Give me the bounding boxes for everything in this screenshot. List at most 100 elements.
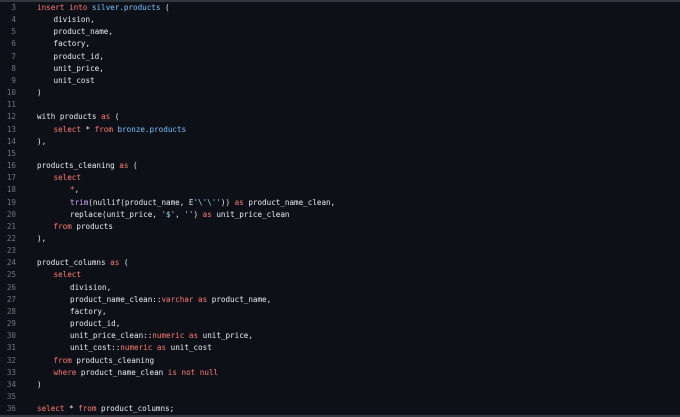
code-token: * xyxy=(80,124,95,134)
code-text: factory, xyxy=(70,306,107,318)
code-text: factory, xyxy=(54,38,91,50)
code-line: 36 select * from product_columns; xyxy=(0,403,680,415)
code-token: insert into xyxy=(37,3,92,12)
code-text: product_name, xyxy=(54,26,113,38)
code-token: select xyxy=(53,124,81,134)
line-number: 3 xyxy=(11,3,16,12)
code-line: 35 xyxy=(0,391,680,403)
line-number: 23 xyxy=(6,246,16,256)
code-token: unit_price, xyxy=(53,63,104,73)
code-text: ), xyxy=(37,233,46,245)
code-text: unit_price, xyxy=(54,63,104,75)
code-token: as xyxy=(110,258,120,268)
line-number: 21 xyxy=(6,221,16,231)
code-token: unit_cost xyxy=(166,343,212,353)
code-token: unit_cost:: xyxy=(70,343,121,353)
line-number: 8 xyxy=(11,63,16,73)
code-token: , xyxy=(74,185,80,195)
line-number: 15 xyxy=(6,148,16,158)
line-number: 17 xyxy=(6,173,16,183)
line-number: 16 xyxy=(6,161,16,171)
code-line: 12 with products as ( xyxy=(0,111,680,123)
code-line: 28 factory, xyxy=(0,306,680,318)
code-line: 24 product_columns as ( xyxy=(0,257,680,269)
code-line: 26 division, xyxy=(0,282,680,294)
line-number: 14 xyxy=(6,136,16,146)
code-line: 4 division, xyxy=(0,14,680,26)
code-token: as xyxy=(202,209,212,219)
line-number: 6 xyxy=(11,39,16,49)
code-token: select xyxy=(53,173,81,183)
code-text: unit_cost xyxy=(54,75,95,87)
code-line: 21 from products xyxy=(0,221,680,233)
code-token: where xyxy=(53,367,77,377)
code-text: ) xyxy=(37,87,42,99)
code-text: division, xyxy=(70,282,111,294)
code-token: product_columns xyxy=(37,258,111,268)
code-line: 18 *, xyxy=(0,184,680,196)
code-token: unit_price_clean xyxy=(211,209,290,219)
code-token: ( xyxy=(119,258,129,268)
code-token: product_id, xyxy=(53,51,104,61)
code-token: ( xyxy=(128,161,138,171)
code-line: 11 xyxy=(0,99,680,111)
code-token: ) xyxy=(37,379,42,389)
code-token: ) xyxy=(193,209,203,219)
code-token: from xyxy=(53,355,72,365)
code-line: 20 replace(unit_price, '$', '') as unit_p… xyxy=(0,209,680,221)
code-line: 27 product_name_clean::varchar as product… xyxy=(0,294,680,306)
line-number: 12 xyxy=(6,112,16,122)
code-token: factory, xyxy=(70,306,107,316)
code-token: as xyxy=(234,197,244,207)
code-token: with products xyxy=(37,112,102,122)
line-number: 4 xyxy=(11,15,16,25)
code-token: product_name_clean:: xyxy=(70,294,162,304)
code-token: from xyxy=(94,124,113,134)
code-token: unit_price_clean:: xyxy=(70,331,153,341)
code-text: select xyxy=(54,172,81,184)
code-token: as xyxy=(188,331,199,341)
code-token: product_name_clean xyxy=(76,367,168,377)
code-token: '\'\'' xyxy=(193,197,221,207)
code-text: from products_cleaning xyxy=(54,355,155,367)
line-number: 22 xyxy=(6,233,16,243)
line-number: 25 xyxy=(6,270,16,280)
code-line: 3 insert into silver.products ( xyxy=(0,2,680,14)
line-number: 28 xyxy=(6,306,16,316)
code-token: from xyxy=(53,221,72,231)
code-token: division, xyxy=(53,15,95,25)
code-token: replace(unit_price, xyxy=(70,209,162,219)
code-token: division, xyxy=(70,282,112,292)
code-token: product_id, xyxy=(70,319,121,329)
code-line: 7 product_id, xyxy=(0,51,680,63)
code-token: products_cleaning xyxy=(71,355,155,365)
code-text: products_cleaning as ( xyxy=(37,160,138,172)
code-line: 8 unit_price, xyxy=(0,63,680,75)
code-line: 25 select xyxy=(0,269,680,281)
code-text: select * from bronze.products xyxy=(54,124,187,136)
code-token: ) xyxy=(37,88,42,98)
line-number: 36 xyxy=(6,404,16,414)
code-text: ) xyxy=(37,379,42,391)
code-editor[interactable]: 3 insert into silver.products ( 4 division,… xyxy=(0,2,680,415)
line-number: 19 xyxy=(6,197,16,207)
code-token: ), xyxy=(37,233,47,243)
code-line: 5 product_name, xyxy=(0,26,680,38)
code-line: 34) xyxy=(0,379,680,391)
code-line: 22), xyxy=(0,233,680,245)
code-line: 6 factory, xyxy=(0,38,680,50)
code-line: 16 products_cleaning as ( xyxy=(0,160,680,172)
code-token: products_cleaning xyxy=(37,161,120,171)
code-text: insert into silver.products ( xyxy=(37,2,170,14)
code-text: unit_price_clean::numeric as unit_price, xyxy=(70,330,253,342)
code-line: 14), xyxy=(0,136,680,148)
code-line: 19 trim(nullif(product_name, E'\'\'')) as… xyxy=(0,197,680,209)
code-token: ), xyxy=(37,136,47,146)
line-number: 30 xyxy=(6,331,16,341)
code-text: product_columns as ( xyxy=(37,257,128,269)
code-token: as xyxy=(156,343,167,353)
code-text: select xyxy=(54,269,81,281)
code-token: * xyxy=(64,404,79,414)
code-token: varchar xyxy=(161,294,194,304)
line-number: 32 xyxy=(6,355,16,365)
